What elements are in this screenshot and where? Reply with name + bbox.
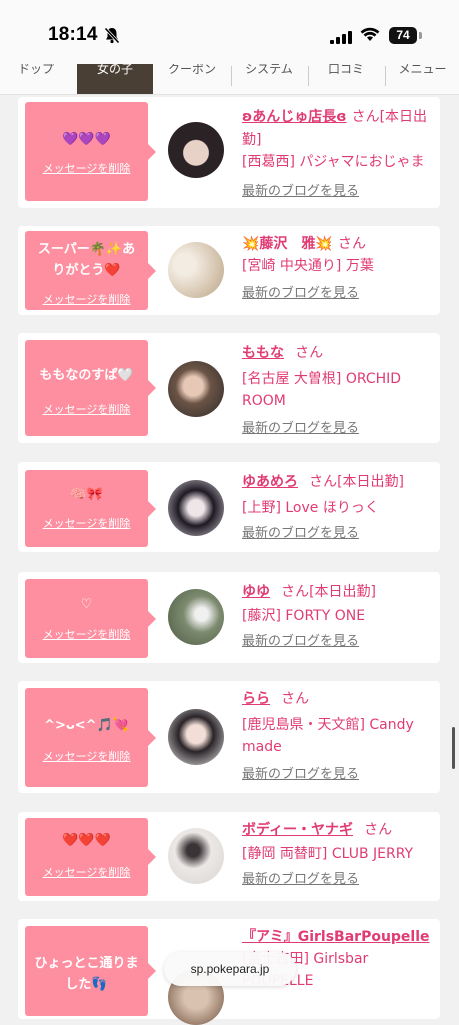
message-card: ❤️❤️❤️ メッセージを削除 ボディー・ヤナギ さん [静岡 両替町] CLU… bbox=[18, 812, 440, 901]
latest-blog-link[interactable]: 最新のブログを見る bbox=[242, 764, 359, 786]
girl-name-link[interactable]: 『アミ』GirlsBarPoupelle bbox=[242, 929, 430, 945]
tab-system[interactable]: システム bbox=[232, 64, 306, 94]
delete-message-link[interactable]: メッセージを削除 bbox=[25, 748, 148, 764]
status-time: 18:14 bbox=[48, 24, 98, 45]
shop-info: [鹿児島県・天文館] Candy made bbox=[242, 717, 414, 755]
profile-info: ボディー・ヤナギ さん [静岡 両替町] CLUB JERRY 最新のブログを見… bbox=[242, 818, 434, 891]
message-text: スーパー🌴✨ありがとう❤️ bbox=[37, 242, 136, 278]
message-text: ももなのすぱ🤍 bbox=[39, 368, 134, 383]
avatar[interactable] bbox=[168, 361, 224, 417]
message-bubble: ももなのすぱ🤍 メッセージを削除 bbox=[25, 340, 156, 436]
message-text: 💜💜💜 bbox=[62, 132, 111, 147]
message-card: ^>ᴗ<^🎵💘 メッセージを削除 らら さん [鹿児島県・天文館] Candy … bbox=[18, 681, 440, 793]
message-card: ♡ メッセージを削除 ゆゆ さん[本日出勤] [藤沢] FORTY ONE 最新… bbox=[18, 572, 440, 663]
honorific: さん bbox=[295, 345, 324, 361]
message-bubble: スーパー🌴✨ありがとう❤️ メッセージを削除 bbox=[25, 231, 156, 310]
tab-reviews[interactable]: 口コミ bbox=[309, 64, 383, 94]
latest-blog-link[interactable]: 最新のブログを見る bbox=[242, 418, 359, 440]
message-card: 🧠🎀 メッセージを削除 ゆあめろ さん[本日出勤] [上野] Love ほりっく… bbox=[18, 462, 440, 552]
tab-girls[interactable]: 女の子 bbox=[77, 64, 153, 94]
latest-blog-link[interactable]: 最新のブログを見る bbox=[242, 283, 359, 305]
shop-info: [名古屋 大曽根] ORCHID ROOM bbox=[242, 371, 402, 409]
battery-icon: 74 bbox=[389, 27, 417, 44]
tab-coupon[interactable]: クーポン bbox=[155, 64, 229, 94]
tab-bar: ドップ 女の子 クーポン システム 口コミ メニュー bbox=[0, 64, 459, 95]
avatar[interactable] bbox=[168, 480, 224, 536]
delete-message-link[interactable]: メッセージを削除 bbox=[25, 401, 148, 417]
work-status: [本日出勤] bbox=[309, 584, 377, 600]
tab-top[interactable]: ドップ bbox=[0, 64, 72, 94]
bell-muted-icon bbox=[104, 27, 120, 48]
profile-info: らら さん [鹿児島県・天文館] Candy made 最新のブログを見る bbox=[242, 687, 434, 786]
girl-name-link[interactable]: ʚあんじゅ店長ɞ bbox=[242, 109, 346, 125]
message-text: ❤️❤️❤️ bbox=[62, 833, 111, 848]
tab-menu[interactable]: メニュー bbox=[386, 64, 459, 94]
honorific: さん bbox=[309, 474, 338, 490]
shop-info: [静岡 両替町] CLUB JERRY bbox=[242, 846, 414, 862]
scrollbar[interactable] bbox=[452, 727, 455, 769]
delete-message-link[interactable]: メッセージを削除 bbox=[25, 626, 148, 642]
honorific: さん bbox=[281, 691, 310, 707]
girl-name-link[interactable]: 💥藤沢 雅💥 bbox=[242, 236, 333, 252]
avatar[interactable] bbox=[168, 709, 224, 765]
profile-info: 💥藤沢 雅💥 さん [宮崎 中央通り] 万葉 最新のブログを見る bbox=[242, 232, 434, 305]
shop-info: [宮崎 中央通り] 万葉 bbox=[242, 258, 374, 274]
avatar[interactable] bbox=[168, 589, 224, 645]
girl-name-link[interactable]: らら bbox=[242, 691, 270, 707]
message-card: スーパー🌴✨ありがとう❤️ メッセージを削除 💥藤沢 雅💥 さん [宮崎 中央通… bbox=[18, 226, 440, 315]
latest-blog-link[interactable]: 最新のブログを見る bbox=[242, 181, 359, 203]
avatar[interactable] bbox=[168, 122, 224, 178]
profile-info: ʚあんじゅ店長ɞ さん[本日出勤] [西葛西] パジャマにおじゃま 最新のブログ… bbox=[242, 105, 434, 203]
girl-name-link[interactable]: ゆゆ bbox=[242, 584, 270, 600]
profile-info: ももな さん [名古屋 大曽根] ORCHID ROOM 最新のブログを見る bbox=[242, 341, 434, 440]
message-card: ももなのすぱ🤍 メッセージを削除 ももな さん [名古屋 大曽根] ORCHID… bbox=[18, 333, 440, 443]
delete-message-link[interactable]: メッセージを削除 bbox=[25, 291, 148, 307]
profile-info: ゆゆ さん[本日出勤] [藤沢] FORTY ONE 最新のブログを見る bbox=[242, 580, 434, 653]
delete-message-link[interactable]: メッセージを削除 bbox=[25, 515, 148, 531]
message-bubble: ひょっとこ通りました👣 bbox=[25, 926, 156, 1016]
battery-tip bbox=[419, 32, 422, 39]
latest-blog-link[interactable]: 最新のブログを見る bbox=[242, 631, 359, 653]
delete-message-link[interactable]: メッセージを削除 bbox=[25, 864, 148, 880]
girl-name-link[interactable]: ボディー・ヤナギ bbox=[242, 822, 353, 838]
message-bubble: ❤️❤️❤️ メッセージを削除 bbox=[25, 818, 156, 896]
honorific: さん bbox=[364, 822, 393, 838]
shop-info: [上野] Love ほりっく bbox=[242, 500, 379, 516]
message-text: ^>ᴗ<^🎵💘 bbox=[44, 718, 129, 733]
avatar[interactable] bbox=[168, 242, 224, 298]
work-status: [本日出勤] bbox=[337, 474, 405, 490]
honorific: さん bbox=[351, 109, 380, 125]
message-card: 💜💜💜 メッセージを削除 ʚあんじゅ店長ɞ さん[本日出勤] [西葛西] パジャ… bbox=[18, 97, 440, 208]
profile-info: ゆあめろ さん[本日出勤] [上野] Love ほりっく 最新のブログを見る bbox=[242, 470, 434, 545]
delete-message-link[interactable]: メッセージを削除 bbox=[25, 160, 148, 176]
shop-info: [藤沢] FORTY ONE bbox=[242, 608, 366, 624]
latest-blog-link[interactable]: 最新のブログを見る bbox=[242, 523, 359, 545]
message-text: ひょっとこ通りました👣 bbox=[34, 956, 139, 992]
wifi-icon bbox=[360, 27, 380, 46]
girl-name-link[interactable]: ゆあめろ bbox=[242, 474, 298, 490]
avatar[interactable] bbox=[168, 828, 224, 884]
latest-blog-link[interactable]: 最新のブログを見る bbox=[242, 869, 359, 891]
message-bubble: ^>ᴗ<^🎵💘 メッセージを削除 bbox=[25, 688, 156, 787]
message-bubble: ♡ メッセージを削除 bbox=[25, 579, 156, 658]
message-bubble: 💜💜💜 メッセージを削除 bbox=[25, 102, 156, 201]
girl-name-link[interactable]: ももな bbox=[242, 345, 284, 361]
message-text: ♡ bbox=[80, 597, 93, 612]
message-text: 🧠🎀 bbox=[70, 487, 103, 502]
message-bubble: 🧠🎀 メッセージを削除 bbox=[25, 470, 156, 547]
cellular-signal-icon bbox=[330, 29, 352, 48]
honorific: さん bbox=[281, 584, 310, 600]
status-bar: 18:14 74 bbox=[0, 0, 459, 64]
url-bar[interactable]: sp.pokepara.jp bbox=[164, 952, 296, 986]
honorific: さん bbox=[337, 236, 366, 252]
shop-info: [西葛西] パジャマにおじゃま bbox=[242, 154, 425, 170]
